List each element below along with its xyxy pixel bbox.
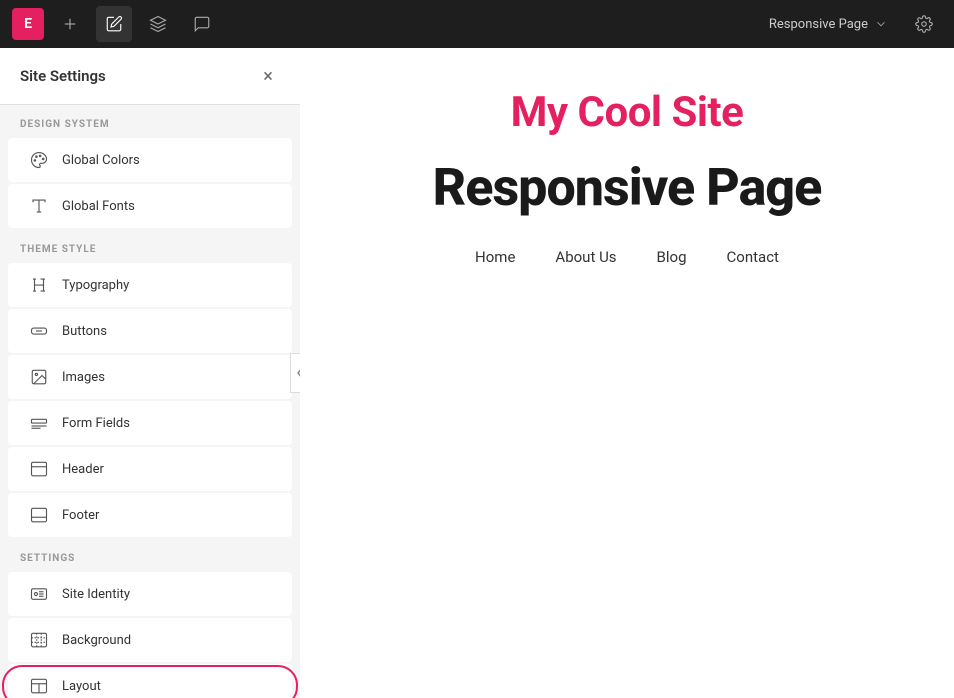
type-icon — [28, 195, 50, 217]
top-bar: E Responsive Page — [0, 0, 954, 48]
close-sidebar-button[interactable]: × — [256, 64, 280, 88]
images-label: Images — [62, 370, 105, 385]
layers-button[interactable] — [140, 6, 176, 42]
buttons-label: Buttons — [62, 324, 107, 339]
site-identity-item[interactable]: Site Identity — [8, 572, 292, 616]
layout-label: Layout — [62, 679, 101, 694]
preview-nav: Home About Us Blog Contact — [475, 248, 779, 266]
header-label: Header — [62, 462, 104, 477]
comments-button[interactable] — [184, 6, 220, 42]
settings-gear-button[interactable] — [906, 6, 942, 42]
site-title: My Cool Site — [511, 88, 744, 137]
images-item[interactable]: Images — [8, 355, 292, 399]
layout-item[interactable]: Layout — [8, 664, 292, 698]
top-bar-left: E — [12, 6, 220, 42]
elementor-logo[interactable]: E — [12, 8, 44, 40]
preview-page-title: Responsive Page — [433, 157, 822, 218]
heading-icon — [28, 274, 50, 296]
page-selector[interactable]: Responsive Page — [759, 11, 898, 38]
typography-item[interactable]: Typography — [8, 263, 292, 307]
global-colors-item[interactable]: Global Colors — [8, 138, 292, 182]
typography-label: Typography — [62, 278, 129, 293]
add-element-button[interactable] — [52, 6, 88, 42]
image-icon — [28, 366, 50, 388]
nav-item-about[interactable]: About Us — [555, 248, 616, 266]
form-fields-label: Form Fields — [62, 416, 130, 431]
preview-area: My Cool Site Responsive Page Home About … — [300, 48, 954, 698]
footer-label: Footer — [62, 508, 99, 523]
header-icon — [28, 458, 50, 480]
global-fonts-label: Global Fonts — [62, 199, 135, 214]
global-colors-label: Global Colors — [62, 153, 140, 168]
site-identity-label: Site Identity — [62, 587, 130, 602]
nav-item-home[interactable]: Home — [475, 248, 515, 266]
palette-icon — [28, 149, 50, 171]
top-bar-right: Responsive Page — [759, 6, 942, 42]
sidebar-title: Site Settings — [20, 67, 106, 85]
settings-label: SETTINGS — [0, 539, 300, 572]
global-fonts-item[interactable]: Global Fonts — [8, 184, 292, 228]
design-system-label: DESIGN SYSTEM — [0, 105, 300, 138]
footer-icon — [28, 504, 50, 526]
layout-icon — [28, 675, 50, 697]
main-area: Site Settings × DESIGN SYSTEM Global Col… — [0, 48, 954, 698]
collapse-handle[interactable] — [290, 353, 300, 393]
buttons-icon — [28, 320, 50, 342]
sidebar-header: Site Settings × — [0, 48, 300, 105]
identity-icon — [28, 583, 50, 605]
footer-item[interactable]: Footer — [8, 493, 292, 537]
background-label: Background — [62, 633, 131, 648]
page-name-label: Responsive Page — [769, 17, 868, 32]
customize-button[interactable] — [96, 6, 132, 42]
background-item[interactable]: Background — [8, 618, 292, 662]
sidebar: Site Settings × DESIGN SYSTEM Global Col… — [0, 48, 300, 698]
form-fields-item[interactable]: Form Fields — [8, 401, 292, 445]
nav-item-contact[interactable]: Contact — [727, 248, 779, 266]
background-icon — [28, 629, 50, 651]
buttons-item[interactable]: Buttons — [8, 309, 292, 353]
form-icon — [28, 412, 50, 434]
theme-style-label: THEME STYLE — [0, 230, 300, 263]
nav-item-blog[interactable]: Blog — [657, 248, 687, 266]
header-item[interactable]: Header — [8, 447, 292, 491]
